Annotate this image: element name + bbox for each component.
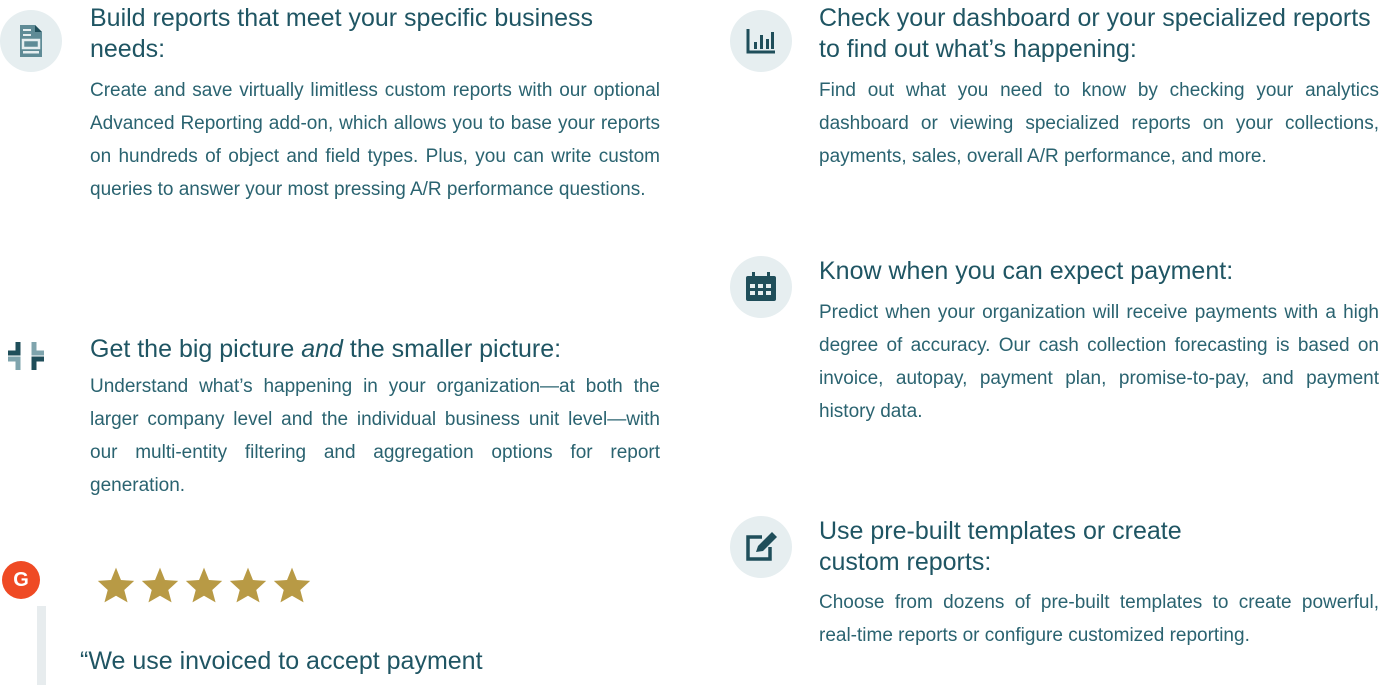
feature-title: Use pre-built templates or create custom… xyxy=(819,517,1182,576)
quote-bar xyxy=(37,606,46,685)
feature-title: Know when you can expect payment: xyxy=(819,257,1234,285)
feature-description: Predict when your organization will rece… xyxy=(819,302,1379,422)
feature-description: Find out what you need to know by checki… xyxy=(819,80,1379,167)
feature-description: Understand what’s happening in your orga… xyxy=(90,376,660,496)
feature-title: Check your dashboard or your specialized… xyxy=(819,4,1371,63)
feature-description: Create and save virtually limitless cust… xyxy=(90,80,660,200)
star-icon xyxy=(185,567,223,603)
report-document-icon xyxy=(0,10,62,72)
star-icon xyxy=(97,567,135,603)
star-icon xyxy=(229,567,267,603)
edit-pencil-icon xyxy=(730,516,792,578)
collapse-arrows-icon xyxy=(0,330,52,382)
feature-title: Build reports that meet your specific bu… xyxy=(90,4,594,63)
star-icon xyxy=(141,567,179,603)
review-quote: “We use invoiced to accept payment xyxy=(80,647,483,675)
rating-stars xyxy=(96,566,312,604)
calendar-icon xyxy=(730,256,792,318)
bar-chart-icon xyxy=(730,10,792,72)
g2-logo-icon: G xyxy=(2,561,40,599)
feature-title: Get the big picture and the smaller pict… xyxy=(90,335,562,363)
feature-description: Choose from dozens of pre-built template… xyxy=(819,592,1379,646)
star-icon xyxy=(273,567,311,603)
